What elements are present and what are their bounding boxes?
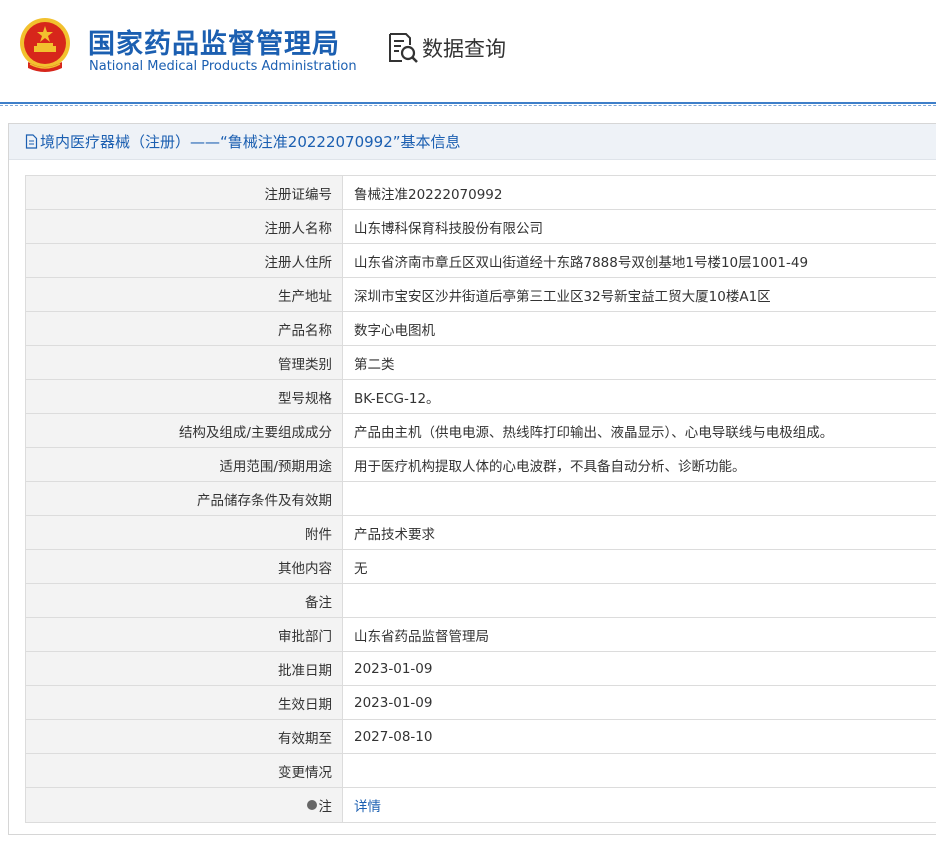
row-label: 适用范围/预期用途 <box>26 448 343 481</box>
document-icon <box>25 134 38 149</box>
row-value-note: 详情 <box>343 788 936 822</box>
row-label: 批准日期 <box>26 652 343 685</box>
table-row: 结构及组成/主要组成成分 产品由主机（供电电源、热线阵打印输出、液晶显示）、心电导… <box>26 414 936 448</box>
row-label: 注册证编号 <box>26 176 343 209</box>
row-value <box>343 482 936 515</box>
row-label: 附件 <box>26 516 343 549</box>
row-label: 结构及组成/主要组成成分 <box>26 414 343 447</box>
table-row: 适用范围/预期用途 用于医疗机构提取人体的心电波群，不具备自动分析、诊断功能。 <box>26 448 936 482</box>
table-row: 审批部门 山东省药品监督管理局 <box>26 618 936 652</box>
row-value: 产品由主机（供电电源、热线阵打印输出、液晶显示）、心电导联线与电极组成。 <box>354 424 834 441</box>
row-label: 生效日期 <box>26 686 343 719</box>
row-label: 其他内容 <box>26 550 343 583</box>
header-divider-dashed <box>0 105 936 106</box>
row-label: 变更情况 <box>26 754 343 787</box>
row-label: 注册人名称 <box>26 210 343 243</box>
panel-title: 境内医疗器械（注册）——“鲁械注准20222070992”基本信息 <box>40 133 461 151</box>
table-row: 有效期至 2027-08-10 <box>26 720 936 754</box>
table-row: 其他内容无 <box>26 550 936 584</box>
row-value: 山东省济南市章丘区双山街道经十东路7888号双创基地1号楼10层1001-49 <box>354 254 809 271</box>
row-value: 鲁械注准20222070992 <box>354 186 503 203</box>
table-row: 注册证编号 鲁械注准20222070992 <box>26 176 936 210</box>
header-divider <box>0 102 936 104</box>
row-value: 2027-08-10 <box>354 728 433 745</box>
row-label: 注册人住所 <box>26 244 343 277</box>
row-value: 数字心电图机 <box>354 322 435 339</box>
table-row: 附件 产品技术要求 <box>26 516 936 550</box>
row-label: 备注 <box>26 584 343 617</box>
table-row: 备注 <box>26 584 936 618</box>
note-dot-icon <box>306 800 317 810</box>
row-value: 山东博科保育科技股份有限公司 <box>354 220 543 237</box>
data-query-label: 数据查询 <box>422 37 506 61</box>
row-label: 产品储存条件及有效期 <box>26 482 343 515</box>
table-row: 产品储存条件及有效期 <box>26 482 936 516</box>
document-search-icon <box>389 33 418 63</box>
row-value <box>343 584 936 617</box>
table-row: 管理类别 第二类 <box>26 346 936 380</box>
data-query-link[interactable]: 数据查询 <box>386 30 506 66</box>
site-header: 国家药品监督管理局 National Medical Products Admi… <box>0 0 936 104</box>
info-panel: 境内医疗器械（注册）——“鲁械注准20222070992”基本信息 注册证编号鲁… <box>8 123 936 835</box>
row-label: 型号规格 <box>26 380 343 413</box>
national-emblem-icon <box>20 18 70 72</box>
row-value: 产品技术要求 <box>354 526 435 543</box>
row-label: 管理类别 <box>26 346 343 379</box>
row-label: 有效期至 <box>26 720 343 753</box>
table-row: 型号规格 BK-ECG-12。 <box>26 380 936 414</box>
table-row-note: 注 详情 <box>26 788 936 823</box>
table-row: 生效日期 2023-01-09 <box>26 686 936 720</box>
row-value: 2023-01-09 <box>354 660 433 677</box>
row-value: 无 <box>354 560 368 577</box>
row-value: 深圳市宝安区沙井街道后亭第三工业区32号新宝益工贸大厦10楼A1区 <box>354 288 771 305</box>
row-value: 2023-01-09 <box>354 694 433 711</box>
row-label-note: 注 <box>26 788 343 822</box>
note-label: 注 <box>318 799 333 815</box>
row-label: 生产地址 <box>26 278 343 311</box>
table-row: 批准日期 2023-01-09 <box>26 652 936 686</box>
row-label: 产品名称 <box>26 312 343 345</box>
row-value: 第二类 <box>354 356 395 373</box>
table-row: 注册人住所 山东省济南市章丘区双山街道经十东路7888号双创基地1号楼10层100… <box>26 244 936 278</box>
table-row: 注册人名称 山东博科保育科技股份有限公司 <box>26 210 936 244</box>
table-row: 变更情况 <box>26 754 936 788</box>
row-label: 审批部门 <box>26 618 343 651</box>
row-value: 山东省药品监督管理局 <box>354 628 489 645</box>
details-link[interactable]: 详情 <box>354 795 381 815</box>
org-name-en: National Medical Products Administration <box>89 59 357 74</box>
row-value <box>343 754 936 787</box>
table-row: 生产地址 深圳市宝安区沙井街道后亭第三工业区32号新宝益工贸大厦10楼A1区 <box>26 278 936 312</box>
panel-title-bar: 境内医疗器械（注册）——“鲁械注准20222070992”基本信息 <box>9 124 936 160</box>
row-value: 用于医疗机构提取人体的心电波群，不具备自动分析、诊断功能。 <box>354 458 746 475</box>
table-row: 产品名称 数字心电图机 <box>26 312 936 346</box>
org-name-cn: 国家药品监督管理局 <box>88 29 340 60</box>
info-table: 注册证编号 鲁械注准20222070992 注册人名称 山东博科保育科技股份有限公司注… <box>25 175 936 823</box>
row-value: BK-ECG-12。 <box>354 390 440 407</box>
